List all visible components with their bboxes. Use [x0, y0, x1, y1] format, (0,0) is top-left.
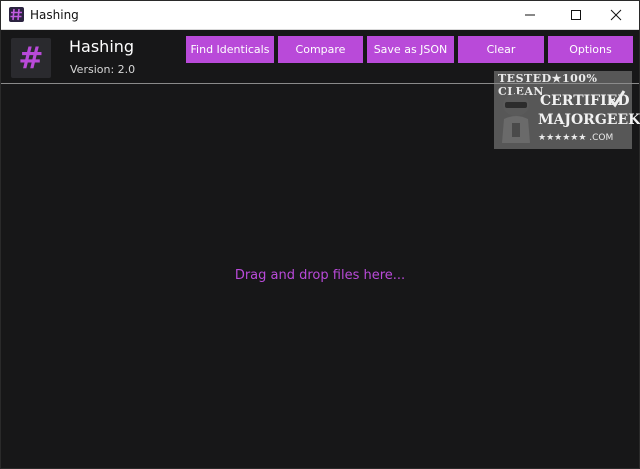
- mascot-icon: [502, 94, 530, 143]
- drop-hint: Drag and drop files here...: [234, 268, 406, 283]
- app-version: Version: 2.0: [70, 63, 136, 76]
- app-window: Hashing # Hashing Version: 2.0 Find Iden…: [0, 0, 640, 469]
- close-button[interactable]: [593, 1, 639, 29]
- options-button[interactable]: Options: [548, 36, 633, 63]
- checkmark-icon: [608, 90, 626, 108]
- watermark-majorgeeks-text: MAJORGEEKS: [538, 112, 640, 128]
- close-icon: [610, 9, 622, 21]
- minimize-button[interactable]: [507, 1, 553, 29]
- hash-app-icon: [9, 7, 24, 22]
- save-as-json-button[interactable]: Save as JSON: [367, 36, 454, 63]
- majorgeeks-watermark: TESTED★100% CLEAN CERTIFIED MAJORGEEKS ★…: [494, 71, 640, 149]
- app-name: Hashing: [69, 37, 135, 56]
- minimize-icon: [525, 14, 535, 16]
- window-title: Hashing: [30, 8, 79, 22]
- title-bar[interactable]: Hashing: [1, 1, 639, 30]
- clear-button[interactable]: Clear: [458, 36, 544, 63]
- watermark-com-text: ★★★★★★ .COM: [538, 133, 614, 143]
- hash-logo-icon: #: [18, 41, 44, 76]
- compare-button[interactable]: Compare: [278, 36, 363, 63]
- app-logo: #: [11, 38, 51, 78]
- find-identicals-button[interactable]: Find Identicals: [186, 36, 274, 63]
- maximize-icon: [571, 10, 581, 20]
